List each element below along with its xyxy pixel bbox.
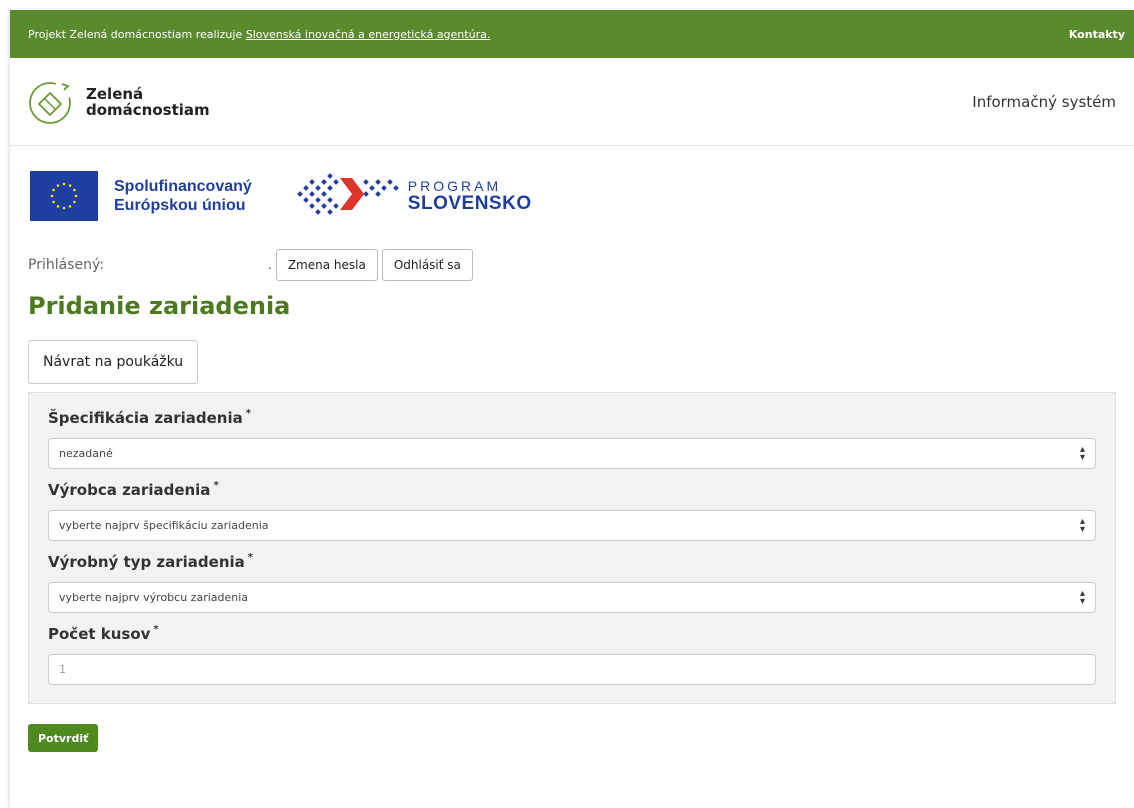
brand-name: Zelená domácnostiam xyxy=(86,86,210,118)
count-label: Počet kusov * xyxy=(48,625,1095,649)
required-marker: * xyxy=(213,480,219,491)
manufacturer-field: Výrobca zariadenia * vyberte najprv špeci… xyxy=(48,481,1096,541)
spec-select[interactable]: nezadané ▴ ▾ xyxy=(48,438,1096,469)
site-header: Zelená domácnostiam Informačný systém xyxy=(10,58,1134,146)
manufacturer-select[interactable]: vyberte najprv špecifikáciu zariadenia ▴… xyxy=(48,510,1096,541)
agency-link[interactable]: Slovenská inovačná a energetická agentúr… xyxy=(246,28,491,41)
count-field: Počet kusov * 1 xyxy=(48,625,1096,685)
eu-cofunding-logo: Spolufinancovaný Európskou úniou xyxy=(30,171,252,221)
program-slovensko-logo: PROGRAM SLOVENSKO xyxy=(294,170,532,222)
select-arrows-icon: ▴ ▾ xyxy=(1079,515,1085,535)
logged-in-label: Prihlásený: xyxy=(28,257,104,273)
select-arrows-icon: ▴ ▾ xyxy=(1079,587,1085,607)
top-bar: Projekt Zelená domácnostiam realizuje Sl… xyxy=(10,10,1134,58)
brand-name-line1: Zelená xyxy=(86,84,144,103)
program-slovensko-text: PROGRAM SLOVENSKO xyxy=(408,178,532,214)
brand-name-line2: domácnostiam xyxy=(86,100,210,119)
logged-in-user: . xyxy=(268,258,272,272)
page-title: Pridanie zariadenia xyxy=(28,292,291,320)
required-marker: * xyxy=(153,624,159,635)
type-label-text: Výrobný typ zariadenia xyxy=(48,553,245,571)
spec-select-value: nezadané xyxy=(59,447,113,460)
type-select-value: vyberte najprv výrobcu zariadenia xyxy=(59,591,249,604)
browser-page: Projekt Zelená domácnostiam realizuje Sl… xyxy=(10,10,1134,808)
manufacturer-label: Výrobca zariadenia * xyxy=(48,481,1095,505)
brand-home-link[interactable]: Zelená domácnostiam xyxy=(26,78,210,126)
manufacturer-select-value: vyberte najprv špecifikáciu zariadenia xyxy=(59,519,269,532)
manufacturer-label-text: Výrobca zariadenia xyxy=(48,481,211,499)
select-arrows-icon: ▴ ▾ xyxy=(1079,443,1085,463)
information-system-link[interactable]: Informačný systém xyxy=(972,93,1116,111)
eu-line2: Európskou úniou xyxy=(114,197,246,214)
required-marker: * xyxy=(245,408,251,419)
logout-button[interactable]: Odhlásiť sa xyxy=(381,249,473,281)
eu-flag-icon xyxy=(30,171,98,221)
program-slovensko-mark-icon xyxy=(296,173,399,215)
count-label-text: Počet kusov xyxy=(48,625,151,643)
device-form: Špecifikácia zariadenia * nezadané ▴ ▾ Výr… xyxy=(28,392,1116,704)
type-label: Výrobný typ zariadenia * xyxy=(48,553,1095,577)
login-bar: Prihlásený: . Zmena hesla Odhlásiť sa xyxy=(28,248,1116,282)
count-input[interactable]: 1 xyxy=(48,654,1096,685)
back-to-voucher-button[interactable]: Návrat na poukážku xyxy=(28,340,199,384)
program-line2: SLOVENSKO xyxy=(407,193,532,214)
eu-cofunding-text: Spolufinancovaný Európskou úniou xyxy=(114,177,252,215)
eu-line1: Spolufinancovaný xyxy=(114,178,252,195)
program-line1: PROGRAM xyxy=(407,178,502,194)
funding-logos: Spolufinancovaný Európskou úniou PROGRAM… xyxy=(10,146,1134,246)
house-leaf-logo-icon xyxy=(29,81,71,124)
change-password-button[interactable]: Zmena hesla xyxy=(275,249,378,281)
contacts-link[interactable]: Kontakty xyxy=(1069,28,1125,41)
type-field: Výrobný typ zariadenia * vyberte najprv v… xyxy=(48,553,1096,613)
spec-label: Špecifikácia zariadenia * xyxy=(48,409,1095,433)
main-content: Prihlásený: . Zmena hesla Odhlásiť sa Pr… xyxy=(10,248,1134,752)
project-info-text: Projekt Zelená domácnostiam realizuje xyxy=(28,27,246,41)
count-input-value: 1 xyxy=(59,663,66,676)
project-info: Projekt Zelená domácnostiam realizuje Sl… xyxy=(28,28,490,41)
spec-label-text: Špecifikácia zariadenia xyxy=(48,409,243,427)
type-select[interactable]: vyberte najprv výrobcu zariadenia ▴ ▾ xyxy=(48,582,1096,613)
confirm-button[interactable]: Potvrdiť xyxy=(28,724,99,752)
required-marker: * xyxy=(247,552,254,563)
spec-field: Špecifikácia zariadenia * nezadané ▴ ▾ xyxy=(48,409,1096,469)
